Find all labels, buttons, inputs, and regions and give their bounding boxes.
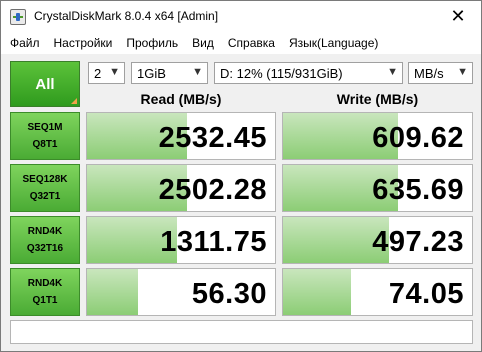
write-result: 74.05 [282,268,473,316]
test-button-rnd4k-q32t16[interactable]: RND4K Q32T16 [10,216,80,264]
menu-settings[interactable]: Настройки [47,36,120,50]
read-value: 1311.75 [160,226,267,258]
chevron-down-icon: ▼ [387,66,398,78]
window-title: CrystalDiskMark 8.0.4 x64 [Admin] [34,9,219,23]
unit-select[interactable]: MB/s ▼ [408,62,473,84]
read-score-bar [87,269,138,315]
read-value: 2532.45 [158,122,267,154]
read-header: Read (MB/s) [140,91,222,107]
write-header: Write (MB/s) [336,91,419,107]
read-result: 2532.45 [86,112,276,160]
write-score-bar [283,269,352,315]
write-result: 497.23 [282,216,473,264]
menu-bar: Файл Настройки Профиль Вид Справка Язык(… [1,32,481,54]
test-label-line2: Q1T1 [32,295,58,306]
test-label-line1: SEQ128K [22,174,68,185]
drive-value: D: 12% (115/931GiB) [220,65,343,81]
chevron-down-icon: ▼ [192,66,203,78]
menu-language[interactable]: Язык(Language) [282,36,385,50]
app-disk-icon [10,9,26,25]
read-result: 1311.75 [86,216,276,264]
test-count-select[interactable]: 2 ▼ [88,62,125,84]
test-label-line2: Q32T16 [26,243,64,254]
chevron-down-icon: ▼ [109,66,120,78]
read-result: 56.30 [86,268,276,316]
test-label-line1: RND4K [27,278,63,289]
test-label-line1: RND4K [27,226,63,237]
app-window: CrystalDiskMark 8.0.4 x64 [Admin] ✕ Файл… [0,0,482,352]
all-button[interactable]: All [10,61,80,107]
test-count-value: 2 [94,65,102,81]
test-size-value: 1GiB [137,65,166,81]
menu-profile[interactable]: Профиль [119,36,185,50]
write-value: 609.62 [372,122,464,154]
title-bar: CrystalDiskMark 8.0.4 x64 [Admin] ✕ [1,1,481,32]
write-value: 635.69 [372,174,464,206]
drive-select[interactable]: D: 12% (115/931GiB) ▼ [214,62,403,84]
write-value: 74.05 [388,278,464,310]
write-result: 609.62 [282,112,473,160]
close-button[interactable]: ✕ [435,1,481,32]
read-value: 56.30 [191,278,267,310]
read-result: 2502.28 [86,164,276,212]
test-button-seq128k-q32t1[interactable]: SEQ128K Q32T1 [10,164,80,212]
test-label-line2: Q32T1 [29,191,61,202]
chevron-down-icon: ▼ [457,66,468,78]
test-button-rnd4k-q1t1[interactable]: RND4K Q1T1 [10,268,80,316]
menu-view[interactable]: Вид [185,36,221,50]
test-button-seq1m-q8t1[interactable]: SEQ1M Q8T1 [10,112,80,160]
test-size-select[interactable]: 1GiB ▼ [131,62,208,84]
menu-help[interactable]: Справка [221,36,282,50]
test-label-line1: SEQ1M [27,122,63,133]
unit-value: MB/s [414,65,444,81]
write-result: 635.69 [282,164,473,212]
menu-file[interactable]: Файл [1,36,47,50]
write-value: 497.23 [372,226,464,258]
test-label-line2: Q8T1 [32,139,58,150]
comment-field[interactable] [10,320,473,344]
all-button-label: All [35,75,55,93]
read-value: 2502.28 [158,174,267,206]
